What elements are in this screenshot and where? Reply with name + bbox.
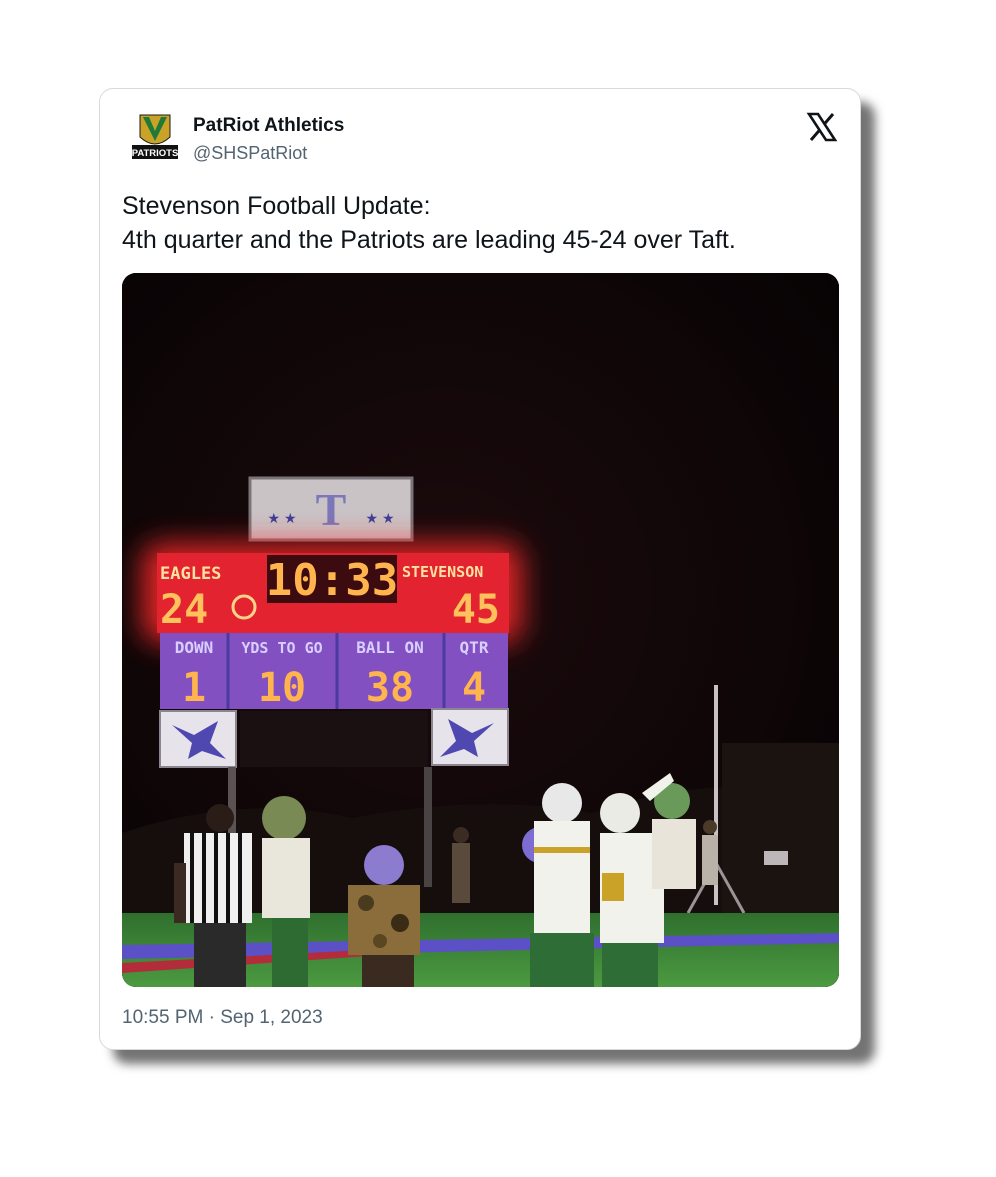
tweet-text-line-1: Stevenson Football Update: (122, 192, 431, 220)
scoreboard-clock: 10:33 (266, 555, 398, 606)
svg-text:T: T (316, 484, 347, 535)
author-display-name[interactable]: PatRiot Athletics (193, 113, 344, 139)
scoreboard-guest-score: 45 (452, 587, 500, 633)
avatar-text: PATRIOTS (132, 148, 179, 159)
scoreboard-qtr-label: QTR (460, 638, 489, 657)
scoreboard-home-score: 24 (160, 587, 208, 633)
scoreboard-ballon-value: 38 (366, 665, 414, 711)
scoreboard-ballon-label: BALL ON (356, 638, 423, 657)
avatar[interactable]: PATRIOTS (130, 111, 180, 166)
scoreboard-ytg-value: 10 (258, 665, 306, 711)
tweet-card: PATRIOTS PatRiot Athletics @SHSPatRiot S… (99, 88, 861, 1050)
svg-text:★ ★: ★ ★ (268, 510, 297, 526)
svg-text:★ ★: ★ ★ (366, 510, 395, 526)
scoreboard-home-label: EAGLES (160, 564, 221, 584)
scoreboard-qtr-value: 4 (462, 665, 486, 711)
tweet-photo[interactable]: T ★ ★ ★ ★ EAGLES 24 10:33 STEVENSON 45 D… (122, 273, 839, 987)
tweet-text-line-2: 4th quarter and the Patriots are leading… (122, 226, 736, 254)
scoreboard-down-label: DOWN (175, 638, 214, 657)
tweet-header: PATRIOTS PatRiot Athletics @SHSPatRiot (130, 111, 838, 171)
scoreboard-guest-label: STEVENSON (402, 563, 483, 581)
x-logo-icon[interactable] (806, 111, 838, 143)
author-names: PatRiot Athletics @SHSPatRiot (193, 113, 344, 167)
tweet-text: Stevenson Football Update: 4th quarter a… (122, 189, 842, 257)
tweet-timestamp[interactable]: 10:55 PM · Sep 1, 2023 (122, 1007, 323, 1029)
author-handle[interactable]: @SHSPatRiot (193, 139, 344, 167)
scoreboard-ytg-label: YDS TO GO (241, 639, 322, 657)
scoreboard-down-value: 1 (182, 665, 206, 711)
